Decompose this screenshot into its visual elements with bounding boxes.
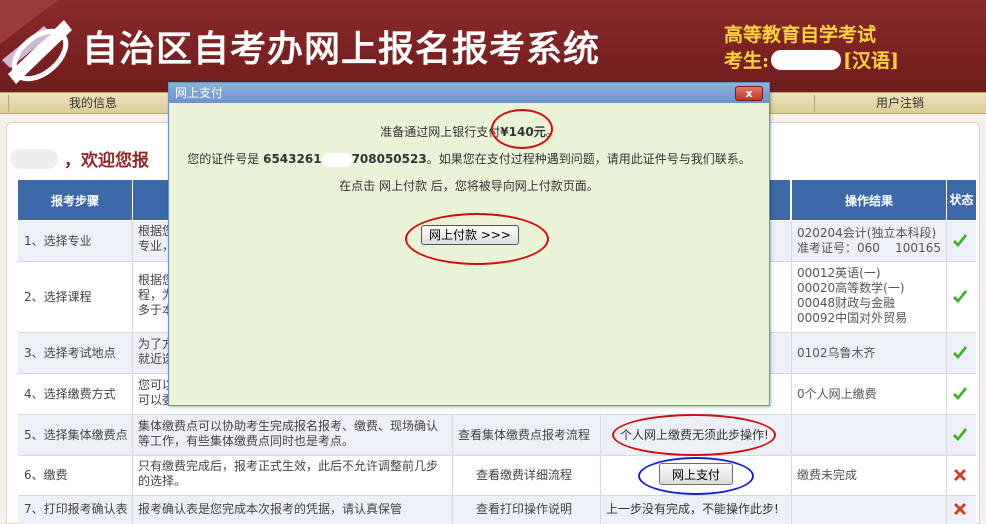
exam-name: 高等教育自学考试 [724,24,877,46]
redirect-note: 在点击 网上付款 后，您将被导向网上付款页面。 [339,179,599,193]
page-root: 自治区自考办网上报名报考系统 高等教育自学考试 考生: [汉语] 我的信息 用户… [0,0,986,524]
welcome-message: ，欢迎您报 [10,146,149,171]
header-banner: 自治区自考办网上报名报考系统 高等教育自学考试 考生: [汉语] [0,0,986,92]
amount-prefix: 准备通过网上银行支付 [380,125,501,139]
dialog-title: 网上支付 [169,83,769,103]
header-result: 操作结果 [792,180,946,220]
nav-separator [814,95,815,112]
check-icon [953,290,967,303]
col-divider [452,414,453,524]
action-note: 个人网上缴费无须此步操作! [620,428,769,442]
cross-icon [954,469,966,481]
step-result: 020204会计(独立本科段) 准考证号：060 100165 [797,226,941,255]
check-icon [953,234,967,247]
id-number-redacted [321,152,352,167]
step-result: 缴费未完成 [797,468,858,482]
candidate-info: 考生: [汉语] [724,46,899,73]
nav-my-info[interactable]: 我的信息 [20,93,166,114]
step-label: 5、选择集体缴费点 [24,428,128,442]
welcome-text: ，欢迎您报 [64,151,149,171]
check-icon [953,428,967,441]
id-number-start: 6543261 [263,152,322,166]
step-desc: 根据您 程，为 多于本 [138,273,168,317]
step-label: 7、打印报考确认表 [24,502,128,516]
id-number-end: 708050523 [351,152,427,166]
header-status: 状态 [947,180,976,220]
step-result: 0个人网上缴费 [797,387,877,401]
action-note: 上一步没有完成，不能操作此步! [606,502,779,516]
candidate-name-redacted [771,49,842,70]
check-icon [953,387,967,400]
payment-amount-line: 准备通过网上银行支付¥140元。 [169,123,769,140]
header-action [770,180,790,220]
view-process-link[interactable]: 查看集体缴费点报考流程 [458,428,598,443]
amount-suffix: 。 [545,125,558,139]
cross-icon [954,503,966,515]
col-divider [600,414,601,524]
step-desc: 根据您 专业， [138,224,168,253]
payment-dialog: 网上支付 x 准备通过网上银行支付¥140元。 您的证件号是 6543261 70… [168,82,770,406]
payment-amount: ¥140元 [500,125,546,139]
row-divider [18,414,976,415]
check-icon [953,346,967,359]
close-icon[interactable]: x [735,86,763,101]
nav-logout[interactable]: 用户注销 [822,93,978,114]
id-number-line: 您的证件号是 6543261 708050523。如果您在支付过程种遇到问题，请用… [169,150,769,167]
candidate-language: [汉语] [843,50,899,72]
step-label: 6、缴费 [24,468,68,482]
step-desc: 集体缴费点可以协助考生完成报名报考、缴费、现场确认等工作，有些集体缴费点同时也是… [138,419,439,448]
online-pay-button[interactable]: 网上支付 [659,463,733,485]
pay-online-button[interactable]: 网上付款 >>> [421,225,519,245]
row-divider [18,495,976,496]
header-step: 报考步骤 [18,180,132,220]
step-desc: 报考确认表是您完成本次报考的凭据，请认真保管 [138,502,403,516]
row-divider [18,455,976,456]
id-suffix: 。如果您在支付过程种遇到问题，请用此证件号与我们联系。 [426,152,751,166]
col-divider [132,221,133,524]
step-result: 00012英语(一) 00020高等数学(一) 00048财政与金融 00092… [797,266,908,325]
step-label: 3、选择考试地点 [24,346,116,360]
view-print-link[interactable]: 查看打印操作说明 [476,502,596,517]
step-label: 1、选择专业 [24,234,92,248]
nav-separator [8,95,9,112]
logo-icon [0,0,72,84]
candidate-label: 考生: [724,50,770,72]
view-payment-link[interactable]: 查看缴费详细流程 [476,468,596,483]
step-result: 0102乌鲁木齐 [797,346,876,360]
step-label: 2、选择课程 [24,290,92,304]
header-desc [133,180,169,220]
step-desc: 只有缴费完成后，报考正式生效，此后不允许调整前几步的选择。 [138,459,439,488]
step-desc: 为了方 就近选 [138,337,168,366]
col-divider [791,221,792,524]
user-name-redacted [10,148,58,169]
step-label: 4、选择缴费方式 [24,387,116,401]
site-title: 自治区自考办网上报名报考系统 [82,28,601,70]
id-prefix: 您的证件号是 [187,152,260,166]
step-desc: 您可以 可以委 [138,378,168,407]
